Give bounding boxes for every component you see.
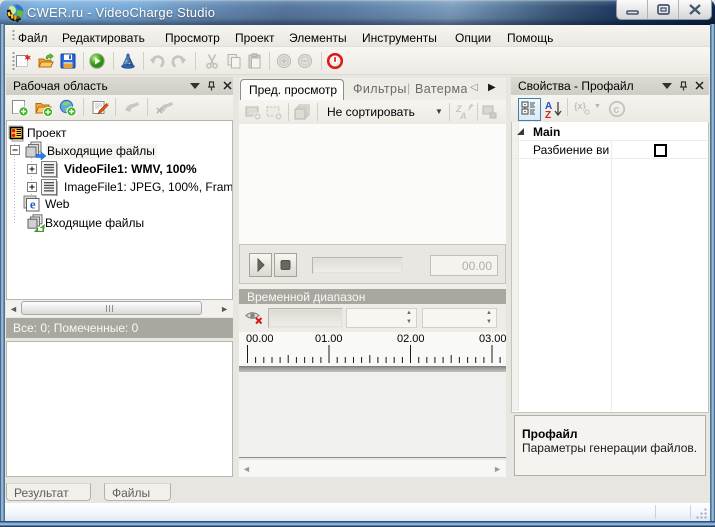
svg-text:Z: Z bbox=[545, 110, 551, 120]
svg-text:c: c bbox=[613, 104, 619, 116]
svg-text:e: e bbox=[30, 197, 36, 212]
svg-text:A: A bbox=[459, 111, 467, 121]
